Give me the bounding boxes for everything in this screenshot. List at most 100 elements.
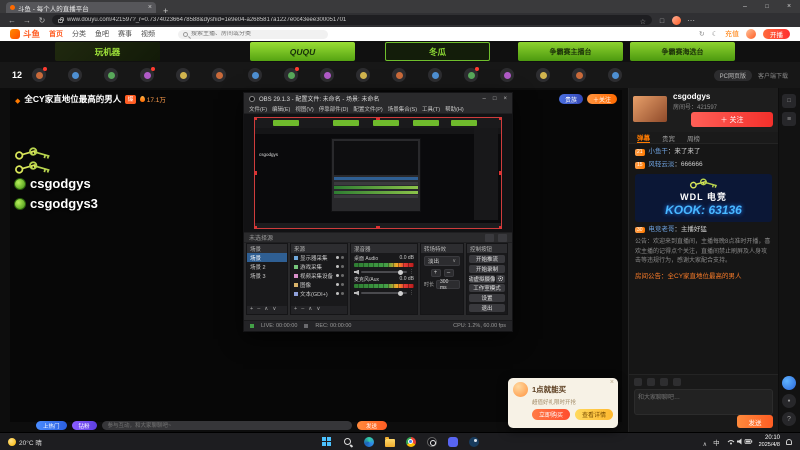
taskbar-clock[interactable]: 20:10 2025/4/8 <box>759 435 780 448</box>
search-input[interactable] <box>191 31 324 37</box>
category-icon[interactable] <box>536 68 551 82</box>
chat-username[interactable]: 风轻云淡 <box>648 161 674 168</box>
recharge-link[interactable]: 充值 <box>725 29 739 39</box>
hot-promote-button[interactable]: 上热门 <box>36 421 67 430</box>
source-item[interactable]: 游戏采集 <box>291 262 347 271</box>
virtual-camera-button[interactable]: 启动虚拟摄像机 <box>469 274 495 283</box>
nav-categories[interactable]: 分类 <box>72 29 86 39</box>
network-volume-battery-icons[interactable] <box>726 437 753 446</box>
category-icon[interactable] <box>248 68 263 82</box>
refresh-icon[interactable] <box>37 16 47 25</box>
speaker-icon[interactable] <box>354 290 359 296</box>
selection-handle[interactable] <box>376 226 380 228</box>
slider-track[interactable] <box>361 290 407 296</box>
help-icon[interactable] <box>782 412 796 426</box>
view-details-button[interactable]: 查看详情 <box>575 409 613 420</box>
volume-slider[interactable] <box>354 269 414 275</box>
collapse-panel-icon[interactable] <box>782 94 796 108</box>
nav-home[interactable]: 首页 <box>49 29 63 39</box>
category-icon[interactable] <box>428 68 443 82</box>
emoji-icon[interactable] <box>634 378 642 386</box>
duration-spinbox[interactable]: 300 ms <box>436 279 460 291</box>
notifications-icon[interactable] <box>786 438 792 445</box>
scene-up-icon[interactable] <box>264 307 268 313</box>
banner-tile[interactable]: 玩机器 <box>55 42 160 61</box>
buy-now-button[interactable]: 立即购买 <box>532 409 570 420</box>
category-icon[interactable] <box>464 67 480 82</box>
danmu-send-button[interactable]: 发送 <box>356 421 387 430</box>
browser-tab[interactable]: 斗鱼 - 每个人的直播平台 <box>6 2 156 13</box>
remove-scene-icon[interactable] <box>257 307 260 313</box>
visibility-icon[interactable] <box>336 274 339 277</box>
menu-tools[interactable]: 工具(T) <box>422 105 440 113</box>
menu-view[interactable]: 视图(V) <box>295 105 313 113</box>
chrome-app-icon[interactable] <box>404 435 417 448</box>
chat-username[interactable]: 小鱼干 <box>648 148 668 155</box>
banner-tile[interactable]: QUQU <box>250 42 355 61</box>
menu-help[interactable]: 帮助(H) <box>445 105 464 113</box>
nav-yuba[interactable]: 鱼吧 <box>95 29 109 39</box>
diamond-fan-button[interactable]: 钻粉 <box>71 421 97 430</box>
obs-title-bar[interactable]: OBS 29.1.3 - 配置文件: 未命名 - 场景: 未命名 <box>244 93 512 104</box>
scene-item[interactable]: 场景 <box>247 253 287 262</box>
back-icon[interactable] <box>7 16 17 25</box>
selection-handle[interactable] <box>499 171 501 175</box>
obs-preview-area[interactable]: csgodgys <box>244 114 512 232</box>
nav-esports[interactable]: 赛事 <box>118 29 132 39</box>
category-icon[interactable] <box>356 68 371 82</box>
slider-thumb[interactable] <box>398 290 404 296</box>
broadcast-button[interactable]: 开播 <box>763 29 790 39</box>
feedback-icon[interactable] <box>782 394 796 408</box>
source-properties-icon[interactable] <box>485 233 494 242</box>
visibility-icon[interactable] <box>336 292 339 295</box>
channel-menu-icon[interactable] <box>409 269 414 275</box>
banner-tile[interactable]: 争霸赛海选台 <box>630 42 735 61</box>
scenes-list[interactable]: 场景 场景 2 场景 3 <box>247 253 287 306</box>
menu-profile[interactable]: 配置文件(P) <box>353 105 382 113</box>
sources-list[interactable]: 显示器采集 游戏采集 视频采集设备 图像 文本(GDI+) <box>291 253 347 306</box>
input-language-indicator[interactable]: 中 <box>713 437 720 447</box>
user-avatar[interactable] <box>746 29 756 39</box>
menu-scene-collection[interactable]: 场景集合(S) <box>388 105 417 113</box>
lock-source-icon[interactable] <box>341 274 344 277</box>
selection-handle[interactable] <box>499 226 501 228</box>
selection-handle[interactable] <box>255 171 257 175</box>
banner-tile[interactable]: 冬瓜 <box>385 42 490 61</box>
menu-file[interactable]: 文件(F) <box>249 105 267 113</box>
volume-slider[interactable] <box>354 290 414 296</box>
douyu-logo[interactable]: 斗鱼 <box>10 28 40 40</box>
source-item[interactable]: 视频采集设备 <box>291 271 347 280</box>
category-icon[interactable] <box>212 68 227 82</box>
menu-edit[interactable]: 编辑(E) <box>272 105 290 113</box>
category-icon[interactable] <box>284 67 300 82</box>
chat-send-button[interactable]: 发送 <box>737 415 773 428</box>
browser-profile-avatar[interactable] <box>672 15 681 25</box>
channel-menu-icon[interactable] <box>409 290 414 296</box>
studio-mode-button[interactable]: 工作室模式 <box>469 284 505 293</box>
selection-handle[interactable] <box>499 118 501 120</box>
obs-window[interactable]: OBS 29.1.3 - 配置文件: 未命名 - 场景: 未命名 文件(F) 编… <box>243 92 513 332</box>
edge-app-icon[interactable] <box>362 435 375 448</box>
danmu-input[interactable] <box>101 421 352 430</box>
start-button[interactable] <box>320 435 333 448</box>
minimize-icon[interactable] <box>734 0 756 13</box>
category-icon[interactable] <box>140 67 156 82</box>
team-promo-card[interactable]: WDL 电竞 KOOK: 63136 <box>635 173 772 222</box>
tab-vip[interactable]: 贵宾 <box>662 133 675 143</box>
source-filters-icon[interactable] <box>498 233 507 242</box>
browser-menu-icon[interactable] <box>686 16 696 25</box>
chat-message-list[interactable]: 21 小鱼干：来了来了 15 风轻云淡：666666 WDL 电竞 KOOK: … <box>629 144 778 374</box>
remove-transition-button[interactable]: – <box>443 269 454 277</box>
source-down-icon[interactable] <box>316 307 320 313</box>
address-bar[interactable]: www.douyu.com/421597?_r=0.73740236647858… <box>52 15 652 25</box>
category-icon[interactable] <box>320 68 335 82</box>
start-recording-button[interactable]: 开始录制 <box>469 264 505 274</box>
category-icon[interactable] <box>572 68 587 82</box>
lock-source-icon[interactable] <box>341 265 344 268</box>
follow-pill-button[interactable]: ＋关注 <box>586 94 617 104</box>
noble-button[interactable]: 贵族 <box>558 94 583 104</box>
obs-exit-button[interactable]: 退出 <box>469 303 505 312</box>
remove-source-icon[interactable] <box>301 307 304 313</box>
category-icon[interactable] <box>500 68 515 82</box>
visibility-icon[interactable] <box>336 283 339 286</box>
